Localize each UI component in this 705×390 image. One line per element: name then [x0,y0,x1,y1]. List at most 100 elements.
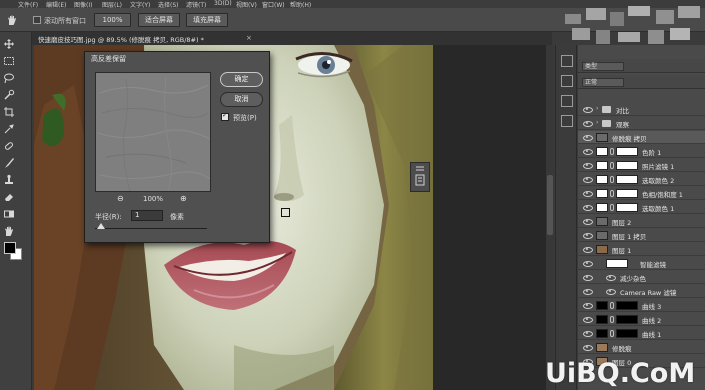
cancel-button[interactable]: 取消 [220,92,263,107]
visibility-eye-icon[interactable] [583,302,593,309]
layer-thumbnail[interactable] [596,343,608,352]
layer-row[interactable]: 曲线 3 [578,299,705,312]
layer-thumbnail[interactable] [596,329,608,338]
healing-brush-tool-icon[interactable] [3,140,15,152]
menu-3d[interactable]: 3D(D) [214,0,232,7]
fill-screen-button[interactable]: 填充屏幕 [186,13,228,27]
fit-screen-button[interactable]: 适合屏幕 [138,13,180,27]
visibility-eye-icon[interactable] [583,288,593,295]
zoom-out-icon[interactable]: ⊖ [117,194,124,203]
layer-row[interactable]: 照片滤镜 1 [578,159,705,172]
collapsed-panel-icon[interactable] [410,162,430,192]
zoom-100-button[interactable]: 100% [94,13,131,27]
layer-row[interactable]: › 观察 [578,117,705,130]
visibility-eye-icon[interactable] [583,190,593,197]
layer-row[interactable]: 减少杂色 [578,271,705,284]
visibility-eye-icon[interactable] [583,120,593,127]
layer-row[interactable]: 曲线 2 [578,313,705,326]
layer-mask-thumbnail[interactable] [616,161,638,170]
layer-mask-thumbnail[interactable] [616,147,638,156]
scrollbar-thumb[interactable] [547,175,553,235]
radius-slider-thumb[interactable] [96,223,105,229]
layer-row[interactable]: Camera Raw 滤镜 [578,285,705,298]
history-panel-icon[interactable] [561,55,573,67]
quick-selection-tool-icon[interactable] [3,89,15,101]
visibility-eye-icon[interactable] [583,316,593,323]
layer-thumbnail[interactable] [596,217,608,226]
layer-mask-thumbnail[interactable] [616,329,638,338]
eyedropper-tool-icon[interactable] [3,123,15,135]
visibility-eye-icon[interactable] [583,176,593,183]
layer-thumbnail[interactable] [596,147,608,156]
filter-visibility-icon[interactable] [606,288,616,295]
visibility-eye-icon[interactable] [583,218,593,225]
move-tool-icon[interactable] [3,38,15,50]
radius-input[interactable]: 1 [131,210,163,221]
visibility-eye-icon[interactable] [583,344,593,351]
layer-row[interactable]: 修脱痕 拷贝 [578,131,705,144]
visibility-eye-icon[interactable] [583,106,593,113]
layer-row[interactable]: 修脱痕 [578,341,705,354]
scroll-all-windows-checkbox[interactable] [33,16,41,24]
foreground-color-swatch[interactable] [4,242,16,254]
hand-tool-icon[interactable] [3,225,15,237]
document-tab[interactable]: 快速磨皮技巧图.jpg @ 89.5% (修脱痕 拷贝, RGB/8#) * × [32,32,552,45]
dialog-preview-area[interactable] [95,72,211,192]
visibility-eye-icon[interactable] [583,148,593,155]
hand-tool-icon[interactable] [6,14,18,26]
visibility-eye-icon[interactable] [583,232,593,239]
visibility-eye-icon[interactable] [583,246,593,253]
layer-thumbnail[interactable] [596,133,608,142]
visibility-eye-icon[interactable] [583,162,593,169]
vertical-scrollbar[interactable] [546,45,554,390]
layer-thumbnail[interactable] [596,189,608,198]
expand-arrow-icon[interactable]: › [596,105,598,112]
properties-panel-icon[interactable] [561,75,573,87]
clone-stamp-tool-icon[interactable] [3,174,15,186]
smart-filter-mask[interactable] [606,259,628,268]
gradient-tool-icon[interactable] [3,208,15,220]
layer-thumbnail[interactable] [596,203,608,212]
layer-row[interactable]: 选取颜色 2 [578,173,705,186]
layer-mask-thumbnail[interactable] [616,301,638,310]
layer-mask-thumbnail[interactable] [616,189,638,198]
marquee-tool-icon[interactable] [3,55,15,67]
expand-arrow-icon[interactable]: › [596,119,598,126]
layer-row[interactable]: 色相/饱和度 1 [578,187,705,200]
layer-mask-thumbnail[interactable] [616,175,638,184]
adjustments-panel-icon[interactable] [561,95,573,107]
eraser-tool-icon[interactable] [3,191,15,203]
layer-row[interactable]: 曲线 1 [578,327,705,340]
visibility-eye-icon[interactable] [583,330,593,337]
layer-thumbnail[interactable] [596,301,608,310]
lasso-tool-icon[interactable] [3,72,15,84]
zoom-in-icon[interactable]: ⊕ [180,194,187,203]
layer-row[interactable]: 图层 1 [578,243,705,256]
blend-mode-select[interactable]: 正常 [582,78,624,87]
brush-tool-icon[interactable] [3,157,15,169]
visibility-eye-icon[interactable] [583,274,593,281]
close-icon[interactable]: × [246,34,252,42]
layer-row[interactable]: 智能滤镜 [578,257,705,270]
layer-mask-thumbnail[interactable] [616,315,638,324]
crop-tool-icon[interactable] [3,106,15,118]
layer-mask-thumbnail[interactable] [616,203,638,212]
layer-thumbnail[interactable] [596,161,608,170]
layer-thumbnail[interactable] [596,315,608,324]
layer-row[interactable]: 图层 1 拷贝 [578,229,705,242]
ok-button[interactable]: 确定 [220,72,263,87]
visibility-eye-icon[interactable] [583,134,593,141]
preview-checkbox[interactable] [221,111,229,121]
radius-slider-track[interactable] [95,228,207,229]
visibility-eye-icon[interactable] [583,204,593,211]
layer-row[interactable]: › 对比 [578,103,705,116]
visibility-eye-icon[interactable] [583,260,593,267]
channels-panel-icon[interactable] [561,115,573,127]
layer-kind-filter[interactable]: 类型 [582,62,624,71]
layer-row[interactable]: 色阶 1 [578,145,705,158]
layer-thumbnail[interactable] [596,245,608,254]
filter-visibility-icon[interactable] [606,274,616,281]
layer-thumbnail[interactable] [596,231,608,240]
layer-row[interactable]: 选取颜色 1 [578,201,705,214]
layer-row[interactable]: 图层 2 [578,215,705,228]
